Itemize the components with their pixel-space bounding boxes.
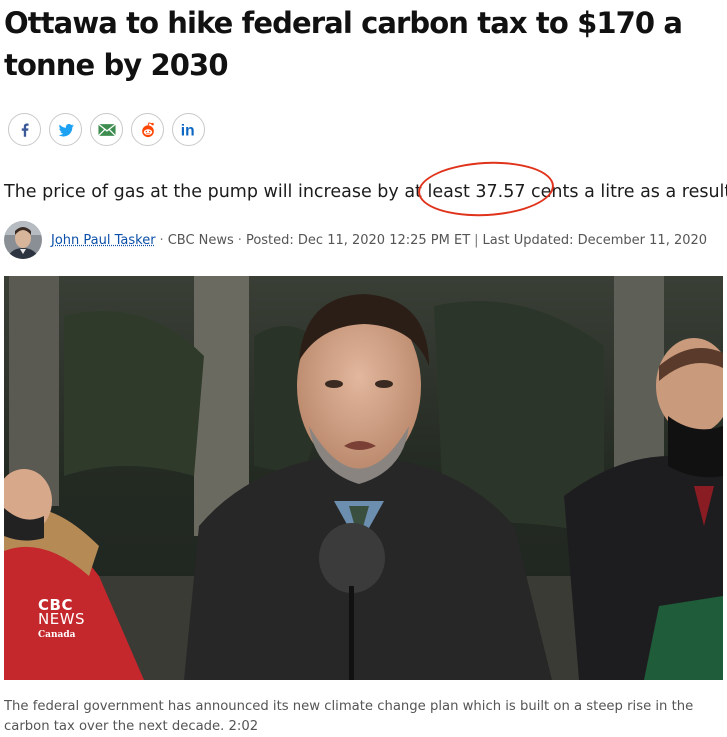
reddit-icon: [138, 120, 158, 140]
author-link[interactable]: John Paul Tasker: [51, 233, 156, 248]
video-duration: 2:02: [229, 719, 259, 734]
cbc-news-logo: CBC NEWS Canada: [38, 598, 85, 642]
share-email-button[interactable]: [90, 113, 123, 146]
share-twitter-button[interactable]: [49, 113, 82, 146]
article-headline: Ottawa to hike federal carbon tax to $17…: [4, 2, 722, 86]
twitter-icon: [56, 121, 76, 139]
byline-separator: ·: [238, 233, 242, 248]
byline-updated: Last Updated: December 11, 2020: [483, 233, 708, 248]
byline-source: CBC News: [168, 233, 234, 248]
linkedin-icon: in: [179, 121, 199, 139]
share-facebook-button[interactable]: [8, 113, 41, 146]
byline: John Paul Tasker · CBC News · Posted: De…: [4, 221, 707, 259]
red-circle-annotation: [417, 158, 556, 219]
byline-separator: |: [474, 233, 478, 248]
deck-text-start: The price of gas at the pump will increa…: [4, 182, 475, 202]
video-player[interactable]: CBC NEWS Canada: [4, 276, 723, 680]
author-avatar: [4, 221, 42, 259]
article-deck: The price of gas at the pump will increa…: [4, 179, 722, 205]
byline-separator: ·: [160, 233, 164, 248]
byline-posted: Posted: Dec 11, 2020 12:25 PM ET: [246, 233, 470, 248]
share-linkedin-button[interactable]: in: [172, 113, 205, 146]
facebook-icon: [16, 121, 34, 139]
caption-text: The federal government has announced its…: [4, 699, 693, 734]
cbc-logo-line3: Canada: [38, 628, 85, 642]
deck-text-end: a litre as a result: [579, 182, 727, 202]
share-reddit-button[interactable]: [131, 113, 164, 146]
svg-text:in: in: [180, 122, 194, 138]
email-icon: [98, 123, 116, 137]
cbc-logo-line2: NEWS: [38, 612, 85, 626]
video-still: [4, 276, 723, 680]
share-toolbar: in: [8, 113, 205, 146]
video-caption: The federal government has announced its…: [4, 697, 694, 737]
